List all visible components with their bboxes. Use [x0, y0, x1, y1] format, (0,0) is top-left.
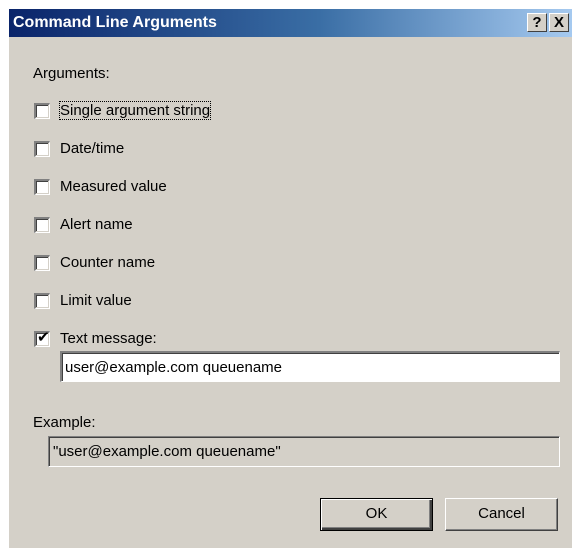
checkmark-icon: ✔	[37, 329, 50, 346]
text-message-input[interactable]: user@example.com queuename	[60, 351, 560, 382]
checkbox-label: Text message:	[60, 330, 157, 347]
cancel-button[interactable]: Cancel	[445, 498, 558, 531]
checkbox-label: Limit value	[60, 292, 132, 309]
checkbox-box[interactable]	[34, 141, 50, 157]
close-button[interactable]: X	[549, 13, 569, 32]
checkbox-label: Single argument string	[58, 101, 212, 120]
checkbox-box[interactable]	[34, 255, 50, 271]
checkbox-box[interactable]	[34, 217, 50, 233]
checkbox-label: Measured value	[60, 178, 167, 195]
title-bar[interactable]: Command Line Arguments ? X	[9, 9, 572, 37]
checkbox-label: Date/time	[60, 140, 125, 157]
ok-button[interactable]: OK	[320, 498, 433, 531]
checkbox-label: Counter name	[60, 254, 156, 271]
command-line-arguments-dialog: Command Line Arguments ? X Arguments: Si…	[8, 8, 572, 548]
checkbox-label: Alert name	[60, 216, 133, 233]
checkbox-box[interactable]	[34, 103, 50, 119]
arguments-label: Arguments:	[33, 65, 110, 82]
example-label: Example:	[33, 414, 96, 431]
example-value: "user@example.com queuename"	[48, 436, 560, 467]
dialog-title: Command Line Arguments	[13, 14, 217, 31]
help-button[interactable]: ?	[527, 13, 547, 32]
checkbox-box[interactable]: ✔	[34, 329, 50, 347]
checkbox-box[interactable]	[34, 179, 50, 195]
checkbox-box[interactable]	[34, 293, 50, 309]
